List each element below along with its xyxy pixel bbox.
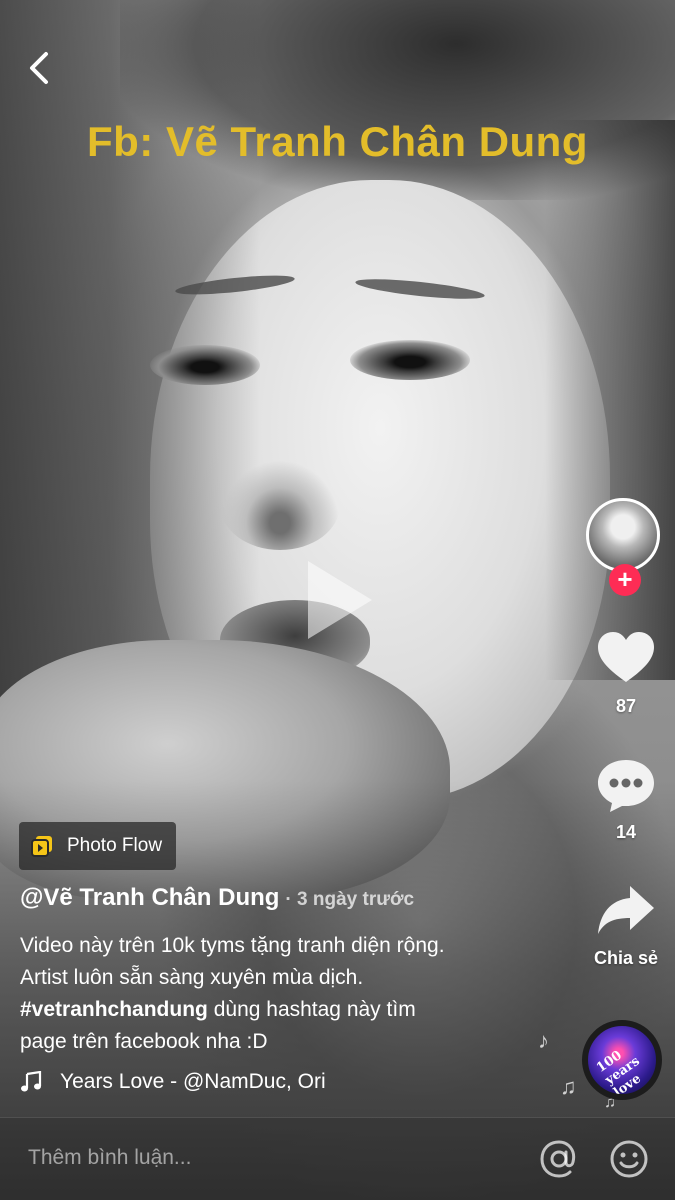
like-count: 87 [615, 696, 637, 716]
comment-bubble-icon [598, 760, 654, 812]
play-button[interactable] [300, 555, 380, 645]
follow-button[interactable]: + [609, 564, 641, 596]
music-info[interactable]: Years Love - @NamDuc, Ori [20, 1070, 360, 1094]
emoji-button[interactable] [608, 1138, 650, 1180]
comment-input[interactable]: Thêm bình luận... [28, 1146, 191, 1170]
play-icon [308, 561, 372, 639]
chevron-left-icon [30, 52, 48, 84]
comment-button[interactable] [596, 758, 656, 814]
post-time: · 3 ngày trước [285, 889, 415, 910]
watermark-text: Fb: Vẽ Tranh Chân Dung [87, 118, 588, 165]
smiley-icon [610, 1140, 648, 1178]
back-button[interactable] [20, 48, 60, 88]
eye-right [350, 340, 470, 380]
music-disc[interactable]: 100 years love [582, 1020, 662, 1100]
like-button[interactable] [596, 630, 656, 686]
mention-button[interactable] [538, 1138, 580, 1180]
eye-left [150, 345, 260, 385]
music-title: Years Love - @NamDuc, Ori [60, 1070, 326, 1093]
creator-avatar[interactable] [586, 498, 660, 572]
post-caption: Video này trên 10k tyms tặng tranh diện … [20, 930, 540, 1058]
portrait-nose [220, 460, 340, 550]
share-button[interactable] [596, 884, 656, 936]
hair-shape [545, 120, 675, 680]
caption-line: #vetranhchandung dùng hashtag này tìm [20, 994, 540, 1026]
music-note-icon: ♫ [560, 1074, 577, 1099]
music-note-icon [21, 1071, 42, 1092]
caption-line: page trên facebook nha :D [20, 1030, 268, 1053]
caption-line: Video này trên 10k tyms tặng tranh diện … [20, 934, 445, 957]
at-sign-icon [540, 1140, 576, 1178]
photo-flow-icon [31, 836, 52, 857]
share-arrow-icon [598, 886, 654, 934]
share-label: Chia sẻ [593, 948, 659, 968]
caption-text: dùng hashtag này tìm [207, 998, 416, 1021]
hashtag-link[interactable]: #vetranhchandung [20, 998, 208, 1021]
effect-badge[interactable]: Photo Flow [19, 822, 177, 870]
heart-icon [598, 632, 654, 682]
creator-username[interactable]: @Vẽ Tranh Chân Dung · 3 ngày trước [20, 884, 414, 912]
comment-bar: Thêm bình luận... [0, 1117, 675, 1200]
effect-label: Photo Flow [67, 835, 163, 856]
comment-count: 14 [615, 822, 637, 842]
caption-line: Artist luôn sẵn sàng xuyên mùa dịch. [20, 966, 364, 989]
username-text: @Vẽ Tranh Chân Dung [20, 884, 280, 911]
